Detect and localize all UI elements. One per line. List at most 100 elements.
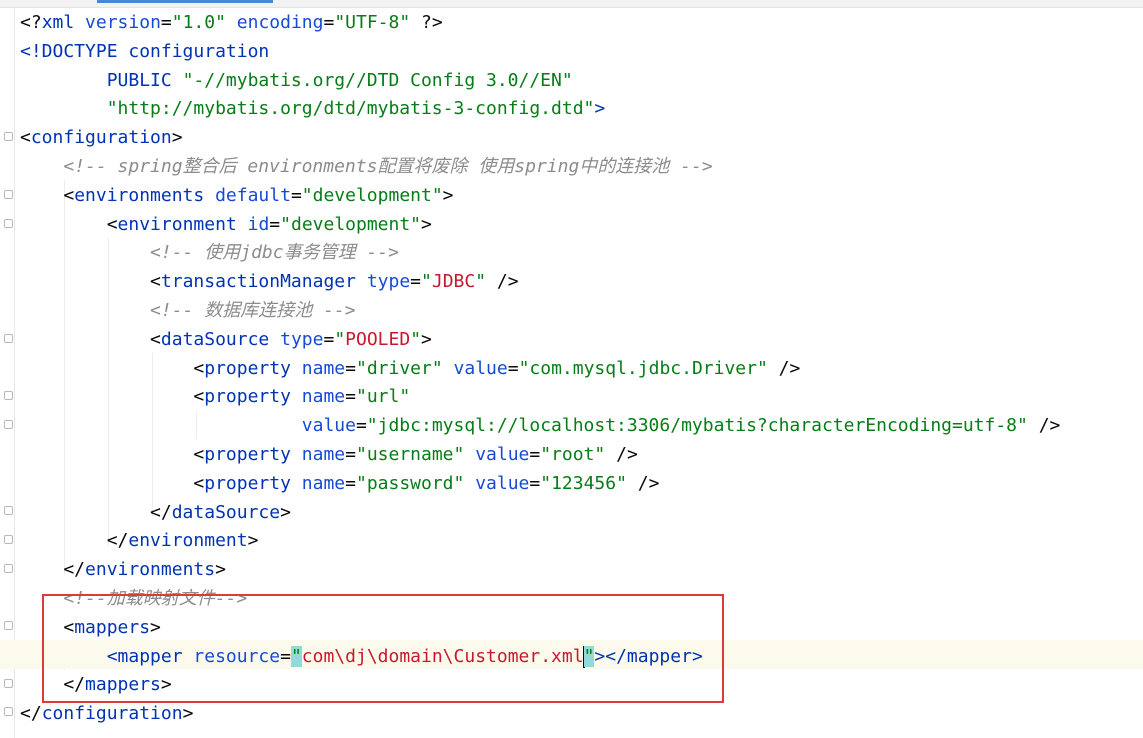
code-token: type [280, 328, 324, 350]
code-token: = [323, 12, 335, 33]
code-token: < [20, 184, 75, 206]
code-token: > [247, 530, 259, 552]
code-line[interactable]: "http://mybatis.org/dtd/mybatis-3-config… [20, 94, 606, 123]
code-token: < [20, 357, 205, 379]
code-token: "password" [355, 472, 465, 494]
code-token: id [247, 213, 270, 235]
code-line[interactable]: <environment id="development"> [20, 210, 432, 239]
code-line[interactable]: <!-- spring整合后 environments配置将废除 使用sprin… [20, 152, 713, 181]
fold-marker[interactable] [4, 506, 13, 515]
code-line[interactable]: <property name="url" [20, 382, 410, 411]
code-token: </ [20, 530, 129, 552]
fold-marker[interactable] [4, 132, 13, 141]
fold-marker[interactable] [4, 679, 13, 688]
code-token: name [301, 472, 346, 494]
code-token: name [301, 444, 346, 465]
code-editor[interactable]: <?xml version="1.0" encoding="UTF-8" ?> <… [0, 0, 1143, 738]
code-token: "development" [301, 184, 443, 206]
code-line[interactable]: <property name="username" value="root" /… [20, 440, 637, 469]
code-token: = [345, 386, 356, 408]
code-line[interactable]: <environments default="development"> [20, 181, 453, 210]
fold-marker[interactable] [4, 564, 13, 573]
code-token: transactionManager [160, 271, 356, 293]
code-token: environment [117, 213, 237, 235]
code-token: "development" [280, 213, 422, 235]
code-line[interactable]: </configuration> [20, 699, 193, 728]
code-token: = [410, 271, 422, 293]
code-token: "com.mysql.jdbc.Driver" [518, 357, 768, 379]
code-token: "UTF-8" [334, 12, 411, 33]
fold-marker[interactable] [4, 420, 13, 429]
code-token: POOLED [345, 328, 411, 350]
fold-marker[interactable] [4, 219, 13, 228]
fold-marker[interactable] [4, 621, 13, 630]
code-token: ?> [410, 12, 443, 33]
editor-tab-strip [0, 0, 1143, 8]
code-token: "jdbc:mysql://localhost:3306/mybatis?cha… [366, 415, 1028, 437]
code-token: encoding [236, 12, 324, 33]
fold-marker[interactable] [4, 334, 13, 343]
fold-marker[interactable] [4, 190, 13, 199]
code-token: environments [74, 184, 205, 206]
code-line[interactable]: PUBLIC "-//mybatis.org//DTD Config 3.0//… [20, 66, 573, 95]
code-line[interactable]: <property name="driver" value="com.mysql… [20, 354, 800, 383]
code-line[interactable]: </dataSource> [20, 498, 291, 527]
code-token: name [301, 357, 346, 379]
code-token: = [529, 472, 541, 494]
code-line[interactable]: value="jdbc:mysql://localhost:3306/mybat… [20, 411, 1061, 440]
code-line[interactable]: <transactionManager type="JDBC" /> [20, 267, 519, 296]
code-line[interactable]: <property name="password" value="123456"… [20, 469, 659, 498]
code-token: <!-- 数据库连接池 --> [150, 300, 356, 321]
code-line[interactable]: <!DOCTYPE configuration [20, 37, 269, 66]
code-token: "-//mybatis.org//DTD Config 3.0//EN" [182, 69, 573, 91]
fold-marker[interactable] [4, 391, 13, 400]
fold-marker[interactable] [4, 535, 13, 544]
code-line[interactable]: <?xml version="1.0" encoding="UTF-8" ?> [20, 8, 443, 37]
code-token: < [20, 213, 118, 235]
fold-marker[interactable] [4, 707, 13, 716]
code-token: = [345, 472, 356, 494]
code-line[interactable]: <!-- 使用jdbc事务管理 --> [20, 238, 399, 267]
code-token: <!-- spring整合后 environments配置将废除 使用sprin… [63, 156, 713, 177]
code-token: = [529, 444, 541, 465]
code-token: </ [20, 501, 172, 523]
code-token: xml [41, 12, 75, 33]
code-line[interactable]: </environments> [20, 555, 226, 584]
code-token: = [345, 444, 356, 465]
code-line[interactable]: <dataSource type="POOLED"> [20, 325, 432, 354]
code-token: > [280, 501, 291, 523]
code-token: = [269, 213, 281, 235]
code-token: </ [20, 559, 86, 581]
code-token: property [204, 444, 291, 465]
code-token: "url" [355, 386, 411, 408]
code-token: > [594, 98, 606, 120]
code-line[interactable]: <!-- 数据库连接池 --> [20, 296, 356, 325]
code-line[interactable]: </environment> [20, 526, 259, 555]
code-token: configuration [30, 127, 172, 149]
code-token: dataSource [171, 501, 281, 523]
code-token: < [20, 472, 205, 494]
code-token: = [355, 415, 367, 437]
code-token: value [475, 472, 530, 494]
code-token: "root" [540, 444, 606, 465]
code-token: = [507, 357, 519, 379]
code-token: property [204, 386, 291, 408]
code-token: configuration [41, 703, 183, 725]
code-token: > [171, 127, 183, 149]
code-token: environment [128, 530, 248, 552]
code-token: value [475, 444, 530, 465]
code-token: /> [486, 271, 519, 293]
code-token: value [453, 357, 508, 379]
code-line[interactable]: <configuration> [20, 123, 183, 152]
gutter-divider [14, 8, 15, 738]
